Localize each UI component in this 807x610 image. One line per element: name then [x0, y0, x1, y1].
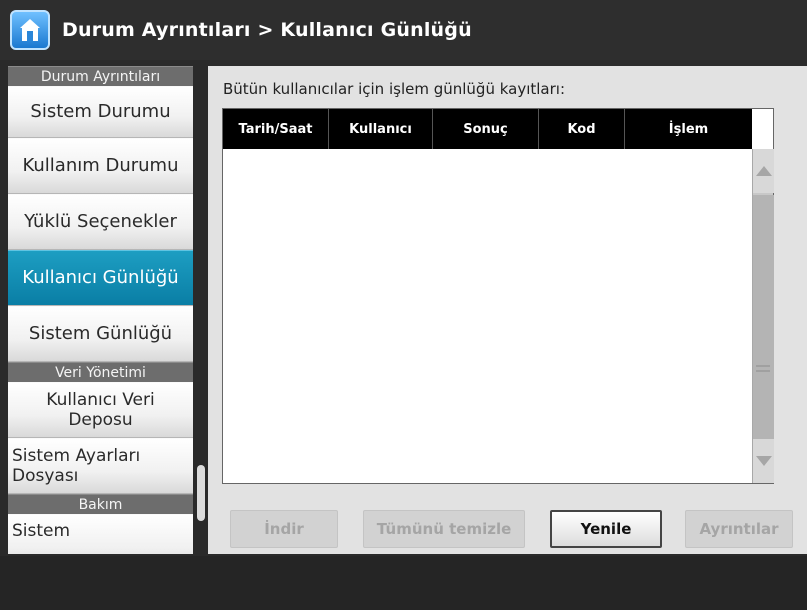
sidebar-item-sistem-gunlugu[interactable]: Sistem Günlüğü	[8, 306, 193, 362]
column-header-operation[interactable]: İşlem	[625, 109, 752, 149]
sidebar-item-sistem[interactable]: Sistem	[8, 514, 193, 554]
download-button[interactable]: İndir	[230, 510, 338, 548]
table-header: Tarih/Saat Kullanıcı Sonuç Kod İşlem	[223, 109, 752, 149]
sidebar-section-durum-ayrintilari: Durum Ayrıntıları	[8, 66, 193, 86]
user-log-table[interactable]: Tarih/Saat Kullanıcı Sonuç Kod İşlem	[222, 108, 774, 484]
main-panel: Bütün kullanıcılar için işlem günlüğü ka…	[208, 66, 807, 554]
scroll-down-button[interactable]	[753, 439, 774, 483]
sidebar-scrollbar[interactable]	[197, 465, 205, 521]
page-title: Durum Ayrıntıları > Kullanıcı Günlüğü	[62, 19, 472, 41]
home-button[interactable]	[10, 10, 50, 50]
sidebar-item-kullanim-durumu[interactable]: Kullanım Durumu	[8, 138, 193, 194]
scroll-thumb[interactable]	[753, 195, 774, 441]
column-header-result[interactable]: Sonuç	[433, 109, 539, 149]
column-header-date-time[interactable]: Tarih/Saat	[223, 109, 329, 149]
title-bar: Durum Ayrıntıları > Kullanıcı Günlüğü	[0, 0, 807, 60]
home-icon	[20, 19, 40, 41]
refresh-button[interactable]: Yenile	[550, 510, 662, 548]
table-scrollbar[interactable]	[752, 149, 774, 483]
grip-icon	[756, 365, 770, 377]
sidebar: Durum Ayrıntıları Sistem Durumu Kullanım…	[8, 66, 193, 554]
footer-bar	[0, 556, 807, 610]
scroll-up-button[interactable]	[753, 149, 774, 193]
log-description: Bütün kullanıcılar için işlem günlüğü ka…	[223, 80, 566, 98]
sidebar-item-sistem-ayarlari-dosyasi[interactable]: Sistem Ayarları Dosyası	[8, 438, 193, 494]
triangle-up-icon	[755, 166, 772, 176]
sidebar-item-sistem-durumu[interactable]: Sistem Durumu	[8, 86, 193, 138]
column-header-user[interactable]: Kullanıcı	[329, 109, 433, 149]
details-button[interactable]: Ayrıntılar	[685, 510, 793, 548]
clear-all-button[interactable]: Tümünü temizle	[363, 510, 525, 548]
column-header-code[interactable]: Kod	[539, 109, 625, 149]
triangle-down-icon	[755, 456, 772, 466]
sidebar-section-veri-yonetimi: Veri Yönetimi	[8, 362, 193, 382]
sidebar-item-kullanici-gunlugu[interactable]: Kullanıcı Günlüğü	[8, 250, 193, 306]
sidebar-item-kullanici-veri-deposu[interactable]: Kullanıcı Veri Deposu	[8, 382, 193, 438]
sidebar-item-yuklu-secenekler[interactable]: Yüklü Seçenekler	[8, 194, 193, 250]
sidebar-section-bakim: Bakım	[8, 494, 193, 514]
